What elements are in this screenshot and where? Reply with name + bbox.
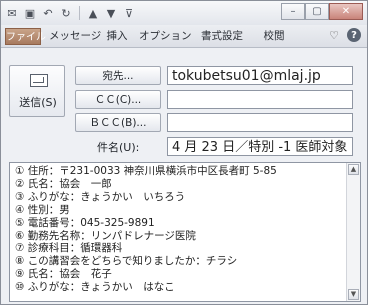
tab-format[interactable]: 書式設定 (197, 28, 247, 45)
cc-field[interactable] (167, 90, 353, 109)
tab-file[interactable]: ファイル (5, 28, 46, 45)
close-button[interactable]: ✕ (329, 3, 363, 20)
message-body-text: ① 住所：〒231-0033 神奈川県横浜市中区長者町 5-85 ② 氏名：協会… (15, 165, 344, 294)
body-line: ⑥ 勤務先名称：リンパドレナージ医院 (15, 229, 196, 242)
body-line: ③ ふりがな：きょうかい いちろう (15, 190, 186, 203)
body-line: ④ 性別：男 (15, 203, 70, 216)
save-icon[interactable]: ▣ (23, 6, 37, 20)
tab-options[interactable]: オプション (139, 28, 192, 45)
tab-insert[interactable]: 挿入 (104, 28, 130, 45)
scroll-down-icon[interactable]: ▼ (348, 289, 359, 300)
window-controls: – ▢ ✕ (281, 3, 363, 20)
ribbon-right-controls: ♡ ? (329, 28, 361, 42)
up-arrow-icon[interactable]: ▲ (86, 6, 100, 20)
quick-access-toolbar: ✉ ▣ ↶ ↻ ▲ ▼ ⊽ (5, 4, 136, 22)
customize-icon[interactable]: ⊽ (122, 6, 136, 20)
body-line: ⑨ 氏名：協会 花子 (15, 268, 112, 281)
tab-review[interactable]: 校閲 (259, 28, 289, 45)
redo-icon[interactable]: ↻ (59, 6, 73, 20)
send-button[interactable]: 送信(S) (9, 65, 65, 117)
down-arrow-icon[interactable]: ▼ (104, 6, 118, 20)
outlook-compose-window: ✉ ▣ ↶ ↻ ▲ ▼ ⊽ – ▢ ✕ ファイル メッセージ 挿入 オプション … (0, 0, 368, 305)
undo-icon[interactable]: ↶ (41, 6, 55, 20)
send-label: 送信(S) (19, 96, 57, 109)
body-line: ⑤ 電話番号：045-325-9891 (15, 216, 155, 229)
maximize-button[interactable]: ▢ (305, 3, 329, 20)
send-envelope-icon (30, 74, 48, 87)
to-field[interactable]: tokubetsu01@mlaj.jp (167, 66, 353, 85)
subject-label: 件名(U): (97, 141, 140, 154)
tab-message[interactable]: メッセージ (49, 28, 101, 45)
toolbar-divider (79, 6, 80, 20)
help-icon[interactable]: ? (347, 28, 361, 42)
body-line: ⑧ この講習会をどちらで知りましたか：チラシ (15, 255, 238, 268)
cc-button[interactable]: ＣＣ(C)... (75, 90, 161, 109)
body-line: ⑩ ふりがな：きょうかい はなこ (15, 281, 175, 294)
vertical-scrollbar[interactable]: ▲ ▼ (346, 163, 360, 301)
body-line: ① 住所：〒231-0033 神奈川県横浜市中区長者町 5-85 (15, 165, 277, 177)
outlook-icon[interactable]: ✉ (5, 6, 19, 20)
subject-field[interactable]: 4 月 23 日／特別 -1 医師対象 (167, 137, 353, 156)
minimize-button[interactable]: – (281, 3, 305, 20)
body-line: ⑦ 診療科目：循環器科 (15, 242, 123, 255)
bcc-field[interactable] (167, 113, 353, 132)
bcc-button[interactable]: ＢＣＣ(B)... (75, 113, 161, 132)
body-line: ② 氏名：協会 一郎 (15, 177, 112, 190)
message-body[interactable]: ① 住所：〒231-0033 神奈川県横浜市中区長者町 5-85 ② 氏名：協会… (9, 162, 361, 302)
ribbon-collapse-icon[interactable]: ♡ (329, 29, 339, 42)
ribbon-tabs: ファイル メッセージ 挿入 オプション 書式設定 校閲 ♡ ? (1, 25, 367, 48)
title-bar: ✉ ▣ ↶ ↻ ▲ ▼ ⊽ – ▢ ✕ (1, 1, 367, 25)
scroll-up-icon[interactable]: ▲ (348, 164, 359, 175)
to-button[interactable]: 宛先... (75, 66, 161, 85)
